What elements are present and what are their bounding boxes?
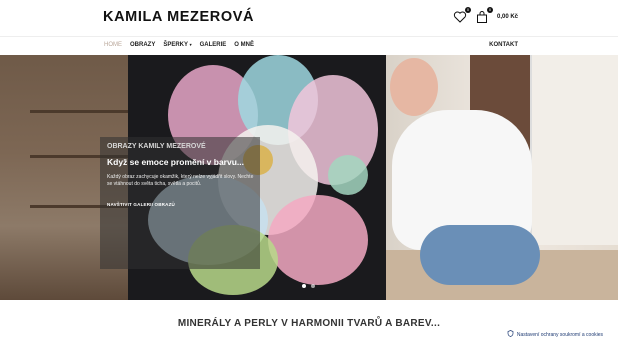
paint-blob — [328, 155, 368, 195]
site-header: KAMILA MEZEROVÁ 0 0 0,00 Kč — [0, 0, 618, 36]
shield-icon — [507, 330, 514, 339]
wishlist-count-badge: 0 — [464, 7, 471, 13]
nav-item-o-mne[interactable]: O MNĚ — [234, 42, 254, 48]
nav-item-kontakt[interactable]: KONTAKT — [489, 42, 518, 48]
chevron-down-icon: ▾ — [189, 42, 192, 47]
nav-item-sperky-label: ŠPERKY — [163, 42, 188, 48]
slider-dot[interactable] — [302, 284, 306, 288]
wishlist-heart-icon[interactable]: 0 — [453, 7, 471, 24]
nav-item-galerie[interactable]: GALERIE — [200, 42, 227, 48]
nav-item-home[interactable]: HOME — [104, 42, 122, 48]
hero-title: Když se emoce promění v barvu... — [107, 157, 244, 167]
hero-person-head — [390, 58, 438, 116]
hero-text: Každý obraz zachycuje okamžik, který nel… — [107, 174, 254, 187]
cart-count-badge: 0 — [486, 7, 493, 13]
section-title: MINERÁLY A PERLY V HARMONII TVARŮ A BARE… — [177, 318, 441, 329]
cart-total[interactable]: 0,00 Kč — [497, 14, 518, 20]
nav-item-obrazy[interactable]: OBRAZY — [130, 42, 155, 48]
slider-dot[interactable] — [311, 284, 315, 288]
cookie-settings-link[interactable]: Nastavení ochrany soukromí a cookies — [507, 330, 603, 339]
main-nav: HOME OBRAZY ŠPERKY ▾ GALERIE O MNĚ KONTA… — [0, 36, 618, 55]
hero-caption-box: OBRAZY KAMILY MEZEROVÉ Když se emoce pro… — [100, 137, 260, 269]
cookie-settings-label: Nastavení ochrany soukromí a cookies — [516, 331, 603, 338]
hero-person-jeans — [420, 225, 540, 285]
header-icons: 0 0 0,00 Kč — [453, 7, 518, 24]
hero-slider: OBRAZY KAMILY MEZEROVÉ Když se emoce pro… — [0, 55, 618, 300]
nav-items: HOME OBRAZY ŠPERKY ▾ GALERIE O MNĚ — [104, 42, 254, 48]
slider-dots — [302, 284, 315, 288]
nav-item-sperky[interactable]: ŠPERKY ▾ — [163, 42, 191, 48]
shelf — [30, 110, 130, 113]
cart-bag-icon[interactable]: 0 — [475, 7, 493, 24]
hero-subtitle: OBRAZY KAMILY MEZEROVÉ — [107, 143, 206, 150]
hero-bg-cabinet — [530, 55, 618, 245]
site-logo[interactable]: KAMILA MEZEROVÁ — [103, 9, 254, 25]
paint-blob — [268, 195, 368, 285]
hero-gallery-button[interactable]: NAVŠTIVIT GALERII OBRAZŮ — [107, 202, 175, 207]
